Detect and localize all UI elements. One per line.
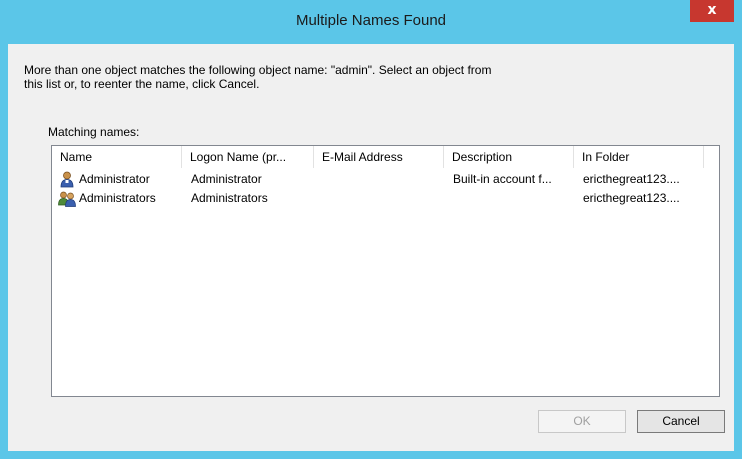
row-email <box>323 189 441 208</box>
row-folder: ericthegreat123.... <box>583 191 680 205</box>
list-header: Name Logon Name (pr... E-Mail Address De… <box>52 146 719 168</box>
cancel-button[interactable]: Cancel <box>637 410 725 433</box>
close-button[interactable]: x <box>690 0 734 22</box>
column-header-email[interactable]: E-Mail Address <box>314 146 444 168</box>
dialog-window: Multiple Names Found x More than one obj… <box>0 0 742 459</box>
row-folder: ericthegreat123.... <box>583 172 680 186</box>
user-icon <box>58 171 76 188</box>
list-item[interactable]: Administrator Administrator Built-in acc… <box>52 170 719 189</box>
column-header-description[interactable]: Description <box>444 146 574 168</box>
column-header-name[interactable]: Name <box>52 146 182 168</box>
row-logon-name: Administrator <box>191 172 262 186</box>
list-item[interactable]: Administrators Administrators ericthegre… <box>52 189 719 208</box>
column-header-logon-name[interactable]: Logon Name (pr... <box>182 146 314 168</box>
row-description <box>453 189 571 208</box>
dialog-body: More than one object matches the followi… <box>8 44 734 451</box>
row-logon-name: Administrators <box>191 191 268 205</box>
matching-names-list[interactable]: Name Logon Name (pr... E-Mail Address De… <box>51 145 720 397</box>
group-icon <box>58 190 76 207</box>
row-name: Administrator <box>79 172 150 186</box>
matching-names-label: Matching names: <box>48 125 140 139</box>
ok-button[interactable]: OK <box>538 410 626 433</box>
row-description: Built-in account f... <box>453 172 552 186</box>
row-email <box>323 170 441 189</box>
window-title: Multiple Names Found <box>295 12 447 29</box>
instruction-text: More than one object matches the followi… <box>24 63 492 91</box>
title-bar[interactable]: Multiple Names Found x <box>0 0 742 44</box>
column-header-in-folder[interactable]: In Folder <box>574 146 704 168</box>
row-name: Administrators <box>79 191 156 205</box>
close-icon: x <box>707 2 717 18</box>
